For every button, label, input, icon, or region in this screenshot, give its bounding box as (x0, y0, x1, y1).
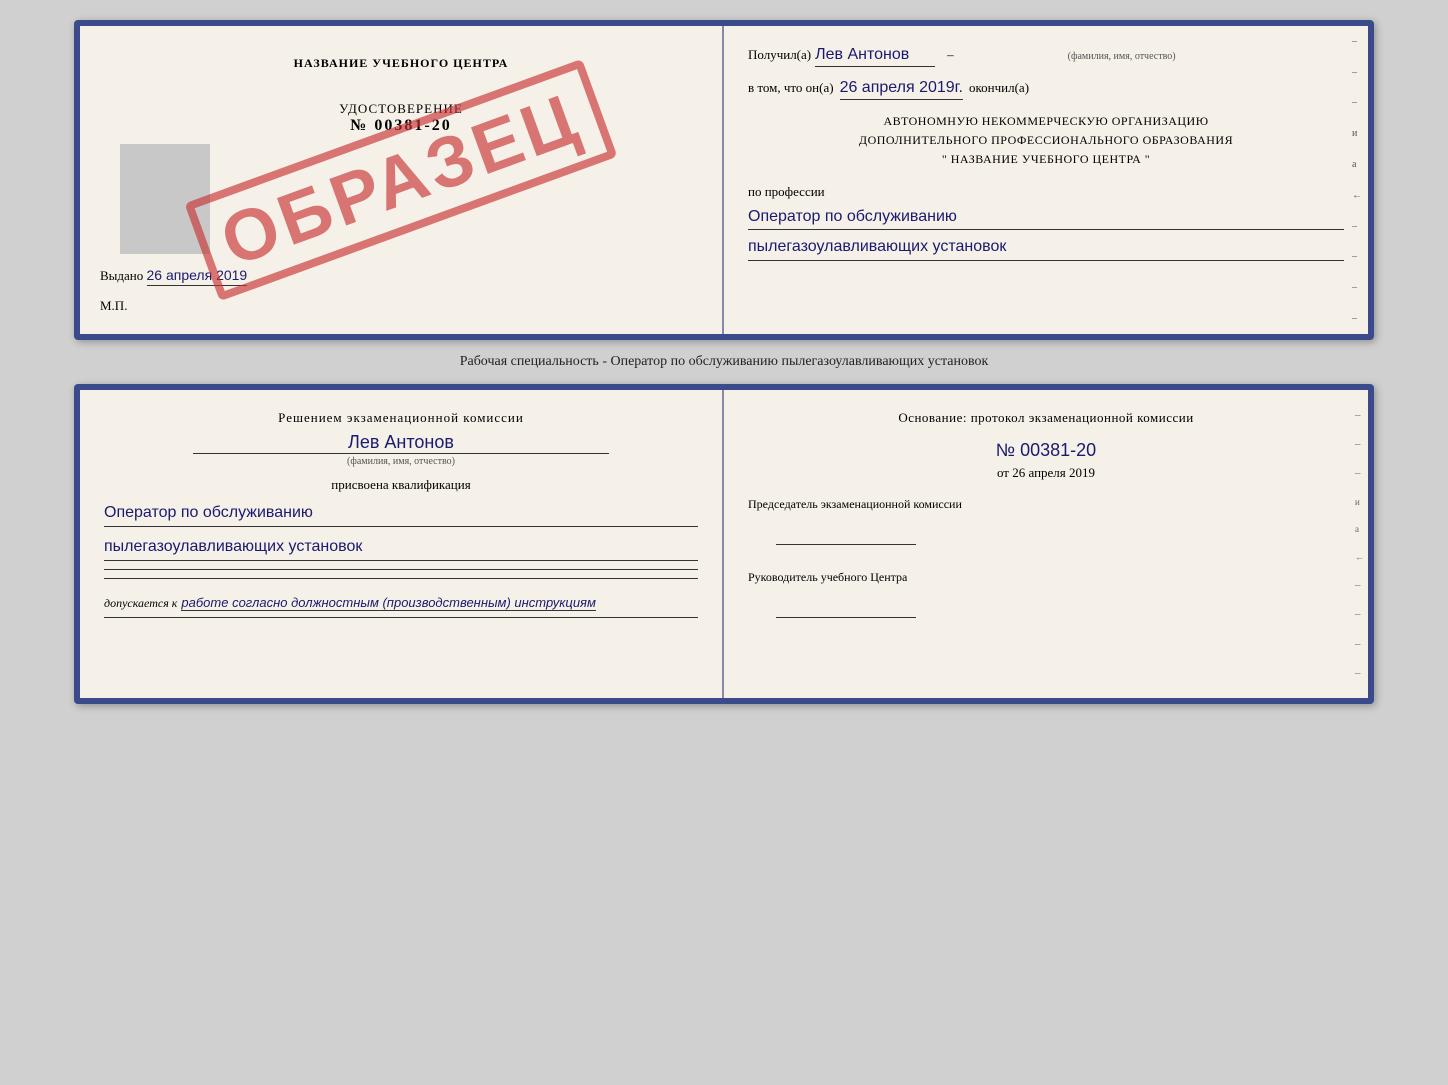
from-prefix: от (997, 465, 1009, 480)
qual-right-marks: – – – и а ← – – – – (1355, 400, 1364, 688)
mark-3: – (1352, 97, 1362, 108)
mark-и: и (1352, 128, 1362, 139)
qmark-4: – (1355, 579, 1364, 591)
right-side-marks: – – – и а ← – – – – (1352, 26, 1362, 334)
qual-line1: Оператор по обслуживанию (104, 499, 698, 527)
profession-line2: пылегазоулавливающих установок (748, 234, 1344, 261)
qmark-5: – (1355, 608, 1364, 620)
admitted-text: допускается к работе согласно должностны… (104, 595, 698, 611)
qmark-и: и (1355, 497, 1364, 507)
mark-7: – (1352, 313, 1362, 324)
certificate-book: НАЗВАНИЕ УЧЕБНОГО ЦЕНТРА УДОСТОВЕРЕНИЕ №… (74, 20, 1374, 340)
qual-fio-hint: (фамилия, имя, отчество) (223, 456, 579, 467)
date-prefix: в том, что он(а) (748, 80, 834, 96)
cert-number-section: УДОСТОВЕРЕНИЕ № 00381-20 (104, 101, 698, 135)
mark-4: – (1352, 221, 1362, 232)
basis-text: Основание: протокол экзаменационной коми… (748, 410, 1344, 426)
assigned-text: присвоена квалификация (104, 477, 698, 493)
received-line: Получил(а) Лев Антонов – (фамилия, имя, … (748, 46, 1344, 67)
mark-1: – (1352, 36, 1362, 47)
qmark-2: – (1355, 438, 1364, 450)
middle-label: Рабочая специальность - Оператор по обсл… (74, 350, 1374, 374)
from-date: от 26 апреля 2019 (748, 465, 1344, 481)
cert-school-title: НАЗВАНИЕ УЧЕБНОГО ЦЕНТРА (104, 56, 698, 71)
qualification-book: Решением экзаменационной комиссии Лев Ан… (74, 384, 1374, 704)
chairman-block: Председатель экзаменационной комиссии (748, 497, 1344, 550)
protocol-number: № 00381-20 (748, 440, 1344, 461)
document-container: НАЗВАНИЕ УЧЕБНОГО ЦЕНТРА УДОСТОВЕРЕНИЕ №… (74, 20, 1374, 704)
mark-arrow: ← (1352, 190, 1362, 201)
qmark-1: – (1355, 409, 1364, 421)
fio-hint: (фамилия, имя, отчество) (1022, 51, 1222, 62)
admitted-prefix: допускается к (104, 596, 177, 611)
issued-date-value: 26 апреля 2019 (147, 267, 248, 286)
chairman-label: Председатель экзаменационной комиссии (748, 497, 1344, 512)
cert-number: № 00381-20 (104, 117, 698, 135)
obrazec-watermark: ОБРАЗЕЦ (184, 59, 617, 301)
org-line3: " НАЗВАНИЕ УЧЕБНОГО ЦЕНТРА " (748, 150, 1344, 169)
mark-6: – (1352, 282, 1362, 293)
issued-prefix: Выдано (100, 268, 143, 283)
from-date-value: 26 апреля 2019 (1012, 465, 1095, 480)
photo-placeholder (120, 144, 210, 254)
completion-date: 26 апреля 2019г. (840, 79, 963, 100)
chairman-sig-line (776, 544, 916, 545)
qual-right-page: Основание: протокол экзаменационной коми… (724, 390, 1368, 698)
profession-line1: Оператор по обслуживанию (748, 204, 1344, 231)
profession-block: по профессии Оператор по обслуживанию пы… (748, 184, 1344, 261)
cert-left-page: НАЗВАНИЕ УЧЕБНОГО ЦЕНТРА УДОСТОВЕРЕНИЕ №… (80, 26, 724, 334)
org-line1: АВТОНОМНУЮ НЕКОММЕРЧЕСКУЮ ОРГАНИЗАЦИЮ (748, 112, 1344, 131)
cert-right-page: Получил(а) Лев Антонов – (фамилия, имя, … (724, 26, 1368, 334)
date-line: в том, что он(а) 26 апреля 2019г. окончи… (748, 79, 1344, 100)
mark-5: – (1352, 251, 1362, 262)
cert-label: УДОСТОВЕРЕНИЕ (104, 101, 698, 117)
qual-left-page: Решением экзаменационной комиссии Лев Ан… (80, 390, 724, 698)
received-prefix: Получил(а) (748, 47, 811, 63)
qmark-а: а (1355, 524, 1364, 534)
director-label: Руководитель учебного Центра (748, 570, 1344, 585)
qual-line2: пылегазоулавливающих установок (104, 533, 698, 561)
completed-suffix: окончил(а) (969, 80, 1029, 96)
qmark-6: – (1355, 638, 1364, 650)
profession-prefix: по профессии (748, 184, 825, 199)
qmark-7: – (1355, 667, 1364, 679)
org-line2: ДОПОЛНИТЕЛЬНОГО ПРОФЕССИОНАЛЬНОГО ОБРАЗО… (748, 131, 1344, 150)
director-block: Руководитель учебного Центра (748, 570, 1344, 623)
qual-name: Лев Антонов (193, 432, 609, 454)
admitted-value: работе согласно должностным (производств… (181, 595, 596, 611)
recipient-name: Лев Антонов (815, 46, 935, 67)
qmark-arrow: ← (1355, 552, 1364, 562)
org-block: АВТОНОМНУЮ НЕКОММЕРЧЕСКУЮ ОРГАНИЗАЦИЮ ДО… (748, 112, 1344, 170)
mp-label: М.П. (100, 298, 127, 314)
director-sig-line (776, 617, 916, 618)
decision-text: Решением экзаменационной комиссии (104, 410, 698, 426)
mark-а: а (1352, 159, 1362, 170)
issued-date: Выдано 26 апреля 2019 (100, 267, 247, 284)
qmark-3: – (1355, 467, 1364, 479)
mark-2: – (1352, 67, 1362, 78)
